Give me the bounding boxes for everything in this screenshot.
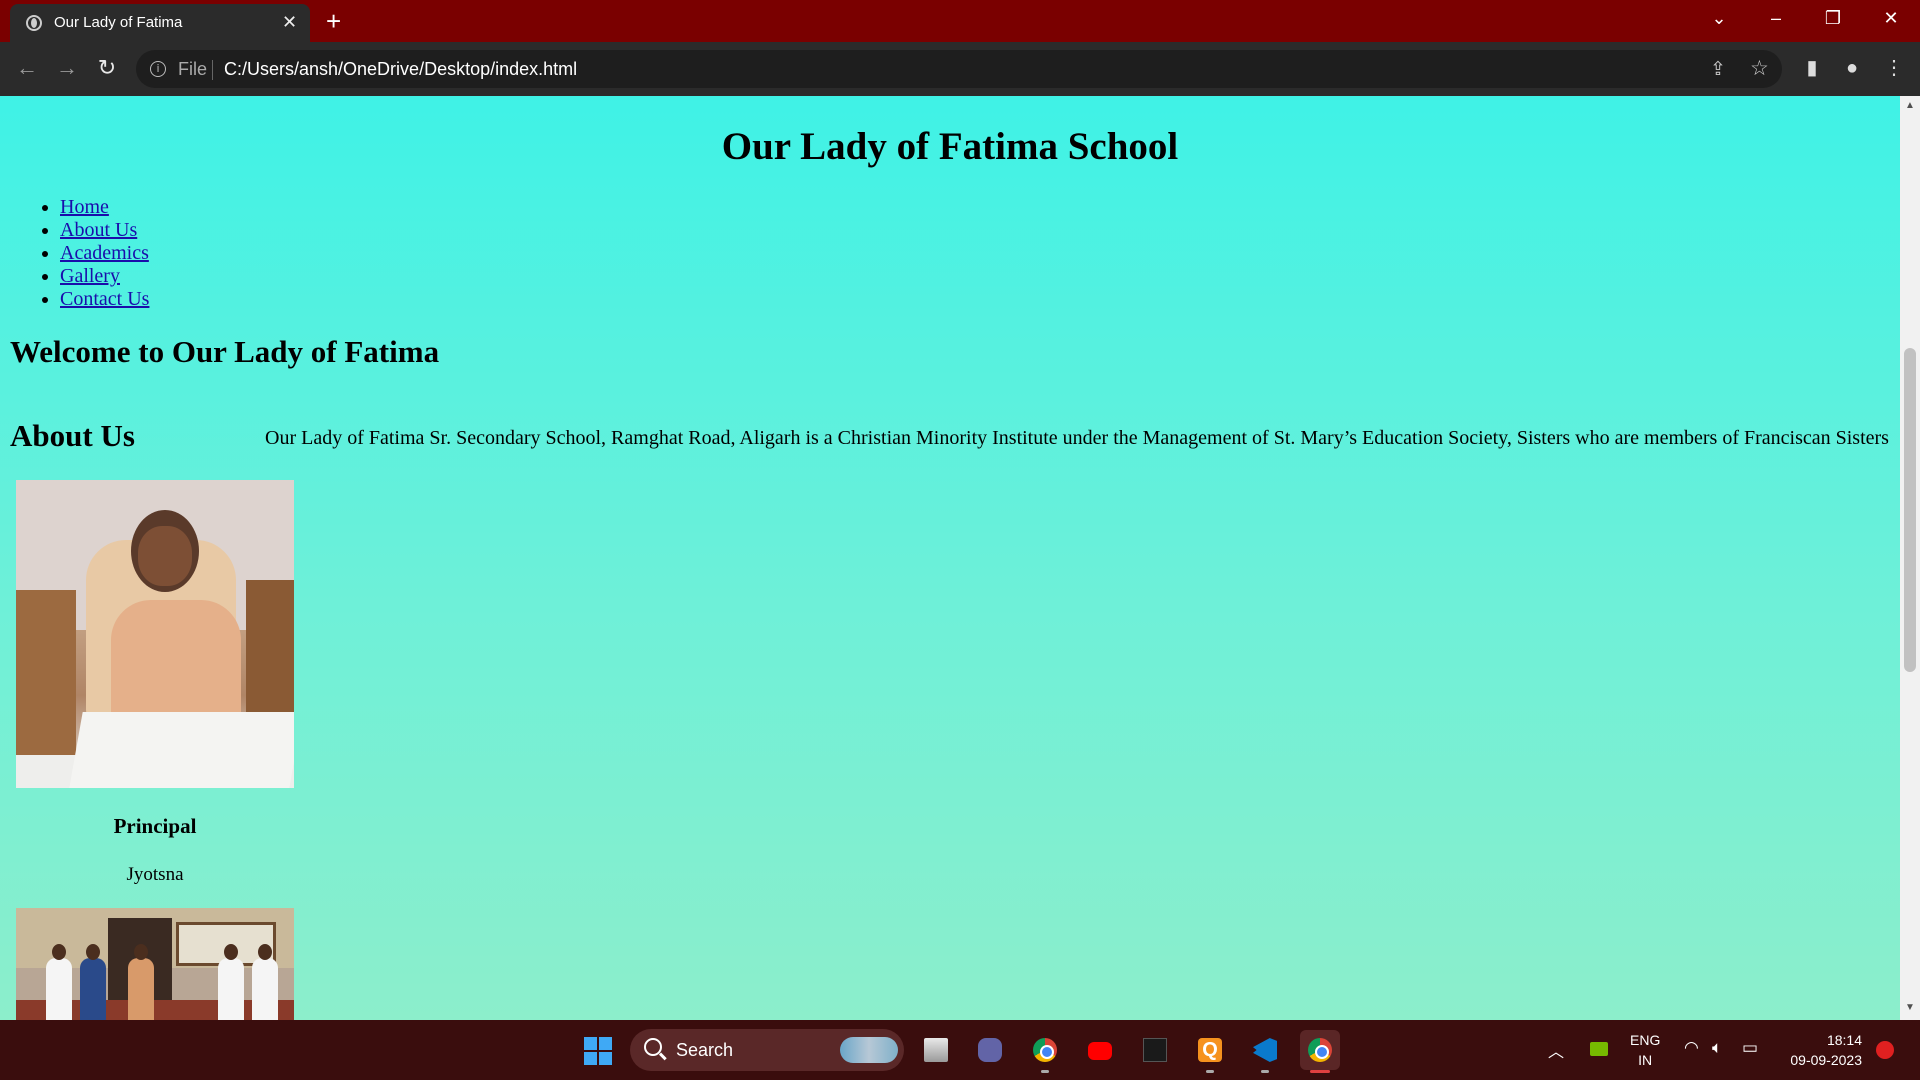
page-viewport: Our Lady of Fatima School Home About Us … <box>0 96 1900 1020</box>
taskbar-q-app[interactable]: Q <box>1190 1030 1230 1073</box>
chrome-icon <box>1033 1038 1057 1062</box>
bookmark-star-icon[interactable]: ☆ <box>1750 56 1769 81</box>
nav-item: Home <box>60 196 149 219</box>
tab-search-chevron-icon[interactable]: ⌄ <box>1704 6 1734 30</box>
teams-icon <box>978 1038 1002 1062</box>
reload-icon[interactable]: ↻ <box>93 56 121 80</box>
windows-start-icon[interactable] <box>584 1037 612 1065</box>
nvidia-icon[interactable] <box>1590 1042 1608 1056</box>
search-label: Search <box>676 1040 734 1060</box>
nav-item: Gallery <box>60 265 149 288</box>
site-title: Our Lady of Fatima School <box>721 125 1179 168</box>
browser-titlebar: Our Lady of Fatima ✕ + ⌄ – ❐ ✕ <box>0 0 1920 42</box>
q-app-icon: Q <box>1198 1038 1222 1062</box>
share-icon[interactable]: ⇪ <box>1710 58 1726 81</box>
nav-link-gallery[interactable]: Gallery <box>60 265 120 287</box>
taskbar-search[interactable]: Search <box>630 1029 904 1071</box>
nav-item: Academics <box>60 242 149 265</box>
principal-title: Principal <box>113 814 197 838</box>
clock-time: 18:14 <box>1826 1032 1862 1048</box>
forward-arrow-icon[interactable]: → <box>53 56 81 80</box>
site-nav: Home About Us Academics Gallery Contact … <box>60 196 149 311</box>
taskbar-predator[interactable] <box>1135 1030 1175 1070</box>
principal-name: Jyotsna <box>126 864 184 885</box>
restore-icon[interactable]: ❐ <box>1818 6 1848 30</box>
taskbar-chrome-active[interactable] <box>1300 1030 1340 1073</box>
scroll-up-arrow-icon[interactable]: ▲ <box>1905 100 1915 111</box>
browser-toolbar: ← → ↻ i File C:/Users/ansh/OneDrive/Desk… <box>0 42 1920 96</box>
url-text[interactable]: C:/Users/ansh/OneDrive/Desktop/index.htm… <box>224 59 577 80</box>
taskbar-teams[interactable] <box>970 1030 1010 1070</box>
notification-badge-icon[interactable] <box>1876 1041 1894 1059</box>
url-separator <box>212 60 213 80</box>
nav-link-about[interactable]: About Us <box>60 219 137 241</box>
tray-overflow-chevron-icon[interactable]: ︿ <box>1548 1038 1564 1062</box>
nav-item: About Us <box>60 219 149 242</box>
taskbar-chrome[interactable] <box>1025 1030 1065 1073</box>
youtube-icon <box>1088 1042 1112 1060</box>
clock-date: 09-09-2023 <box>1790 1052 1862 1068</box>
nav-link-home[interactable]: Home <box>60 196 109 218</box>
clock[interactable]: 18:14 09-09-2023 <box>1782 1030 1862 1070</box>
taskbar-vscode[interactable] <box>1245 1030 1285 1073</box>
windows-taskbar: Search Q ︿ ENG IN ◠ 🔈︎ ▭ 18:14 09-09-202… <box>0 1020 1920 1080</box>
about-heading: About Us <box>10 418 135 453</box>
info-icon[interactable]: i <box>150 61 166 77</box>
close-window-icon[interactable]: ✕ <box>1876 6 1906 30</box>
wifi-icon[interactable]: ◠ <box>1684 1038 1699 1058</box>
principal-photo <box>16 480 294 788</box>
chrome-icon <box>1308 1038 1332 1062</box>
page-scrollbar[interactable]: ▲ ▼ <box>1900 96 1920 1020</box>
url-scheme: File <box>178 59 208 79</box>
scroll-down-arrow-icon[interactable]: ▼ <box>1905 1002 1915 1013</box>
battery-icon[interactable]: ▭ <box>1742 1038 1758 1058</box>
taskbar-file-explorer[interactable] <box>916 1030 956 1070</box>
search-icon <box>644 1038 662 1056</box>
minimize-icon[interactable]: – <box>1761 6 1791 30</box>
region-code: IN <box>1638 1052 1653 1068</box>
assembly-photo <box>16 908 294 1020</box>
taskbar-youtube[interactable] <box>1080 1030 1120 1070</box>
volume-icon[interactable]: 🔈︎ <box>1712 1038 1722 1058</box>
menu-kebab-icon[interactable]: ⋮ <box>1880 54 1908 82</box>
profile-icon[interactable]: ● <box>1838 54 1866 82</box>
globe-icon <box>26 15 42 31</box>
about-text: Our Lady of Fatima Sr. Secondary School,… <box>265 427 1889 449</box>
new-tab-icon[interactable]: + <box>326 8 341 34</box>
address-bar[interactable]: i File C:/Users/ansh/OneDrive/Desktop/in… <box>136 50 1782 88</box>
nav-link-academics[interactable]: Academics <box>60 242 149 264</box>
side-panel-icon[interactable]: ▮ <box>1798 54 1826 82</box>
nav-link-contact[interactable]: Contact Us <box>60 288 149 310</box>
tab-close-icon[interactable]: ✕ <box>282 12 297 32</box>
search-highlight-image <box>840 1037 898 1063</box>
tab-title: Our Lady of Fatima <box>54 14 183 31</box>
nav-item: Contact Us <box>60 288 149 311</box>
file-explorer-icon <box>924 1038 948 1062</box>
browser-tab[interactable]: Our Lady of Fatima ✕ <box>10 4 310 42</box>
predator-icon <box>1143 1038 1167 1062</box>
scroll-thumb[interactable] <box>1904 348 1916 672</box>
back-arrow-icon[interactable]: ← <box>13 56 41 80</box>
language-indicator[interactable]: ENG IN <box>1630 1030 1660 1070</box>
language-code: ENG <box>1630 1032 1661 1048</box>
vscode-icon <box>1253 1038 1277 1062</box>
welcome-heading: Welcome to Our Lady of Fatima <box>10 334 440 369</box>
